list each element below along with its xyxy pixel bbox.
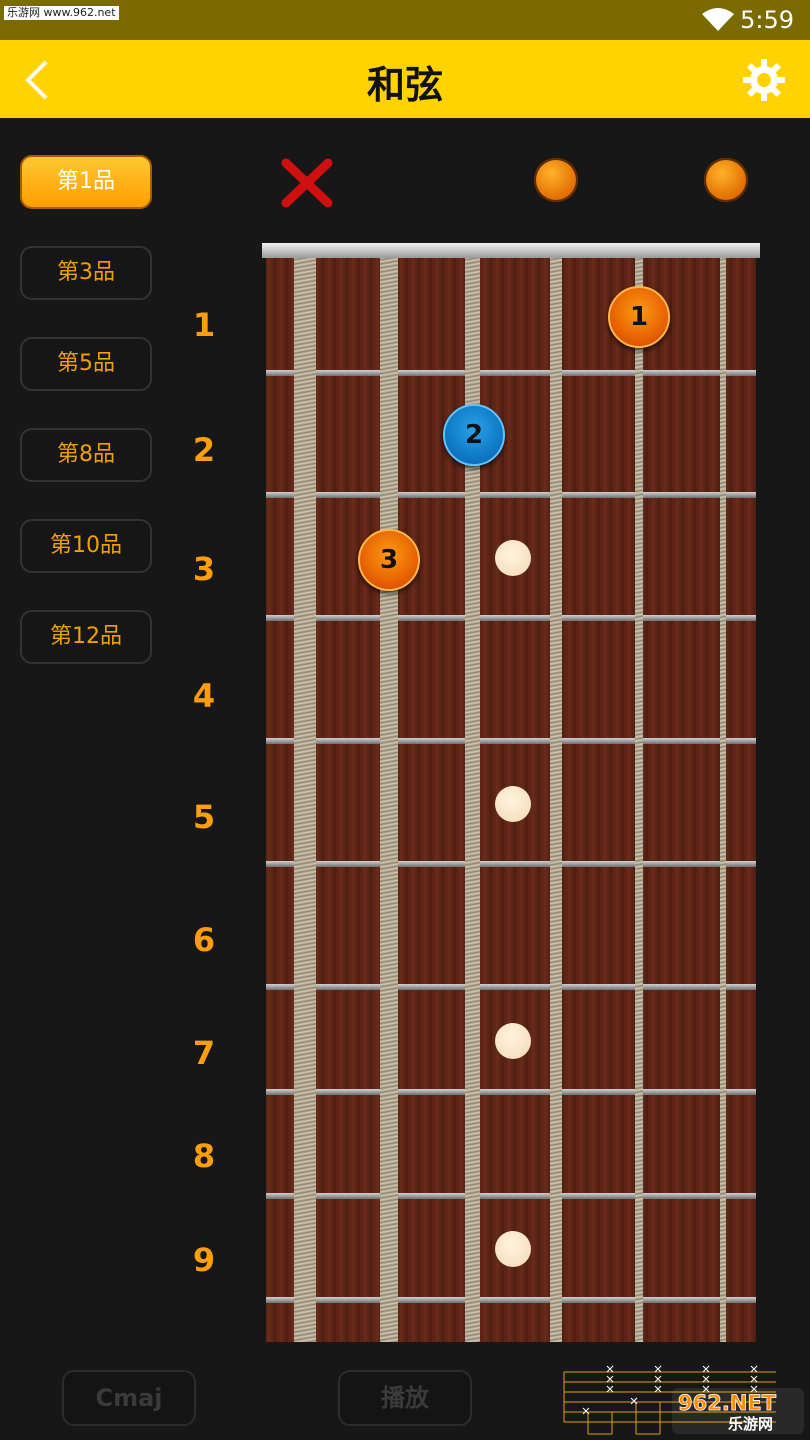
fret-number: 3 xyxy=(192,550,216,588)
wifi-icon xyxy=(702,8,734,31)
app-header: 和弦 xyxy=(0,40,810,118)
fret-button-12[interactable]: 第12品 xyxy=(20,610,152,664)
fret-wire xyxy=(266,1193,756,1199)
fret-inlay-dot xyxy=(495,1231,531,1267)
svg-text:乐游网: 乐游网 xyxy=(728,1415,773,1433)
fret-wire xyxy=(266,370,756,376)
chord-name-button[interactable]: Cmaj xyxy=(62,1370,196,1426)
fret-inlay-dot xyxy=(495,540,531,576)
guitar-nut xyxy=(262,243,760,258)
status-bar: 乐游网 www.962.net 5:59 xyxy=(0,0,810,40)
play-button[interactable]: 播放 xyxy=(338,1370,472,1426)
guitar-string-6 xyxy=(294,258,316,1342)
watermark-text: 乐游网 www.962.net xyxy=(4,6,119,20)
fret-number: 2 xyxy=(192,431,216,469)
fret-number: 6 xyxy=(192,921,216,959)
svg-text:962.NET: 962.NET xyxy=(678,1391,777,1415)
logo-watermark: 962.NET 乐游网 xyxy=(672,1388,804,1434)
fret-inlay-dot xyxy=(495,786,531,822)
mute-x-icon[interactable] xyxy=(280,155,336,211)
guitar-string-3 xyxy=(550,258,562,1342)
fret-number: 4 xyxy=(192,677,216,715)
fret-number: 1 xyxy=(192,306,216,344)
finger-marker[interactable]: 2 xyxy=(443,404,505,466)
fret-wire xyxy=(266,984,756,990)
fret-number: 5 xyxy=(192,798,216,836)
fret-button-8[interactable]: 第8品 xyxy=(20,428,152,482)
guitar-string-1 xyxy=(720,258,726,1342)
open-string-marker[interactable] xyxy=(704,158,748,202)
page-title: 和弦 xyxy=(366,63,443,107)
fret-button-5[interactable]: 第5品 xyxy=(20,337,152,391)
fret-wire xyxy=(266,1297,756,1303)
fret-wire xyxy=(266,861,756,867)
guitar-string-5 xyxy=(380,258,398,1342)
fret-number: 8 xyxy=(192,1137,216,1175)
finger-marker[interactable]: 3 xyxy=(358,529,420,591)
fret-wire xyxy=(266,492,756,498)
fret-button-10[interactable]: 第10品 xyxy=(20,519,152,573)
fret-inlay-dot xyxy=(495,1023,531,1059)
fret-wire xyxy=(266,738,756,744)
fret-wire xyxy=(266,1089,756,1095)
gear-icon[interactable] xyxy=(742,58,786,102)
finger-marker[interactable]: 1 xyxy=(608,286,670,348)
fret-number: 7 xyxy=(192,1034,216,1072)
open-string-marker[interactable] xyxy=(534,158,578,202)
fret-wire xyxy=(266,615,756,621)
fret-button-1[interactable]: 第1品 xyxy=(20,155,152,209)
fret-button-3[interactable]: 第3品 xyxy=(20,246,152,300)
guitar-string-2 xyxy=(635,258,643,1342)
status-time: 5:59 xyxy=(740,6,794,34)
fret-number: 9 xyxy=(192,1241,216,1279)
